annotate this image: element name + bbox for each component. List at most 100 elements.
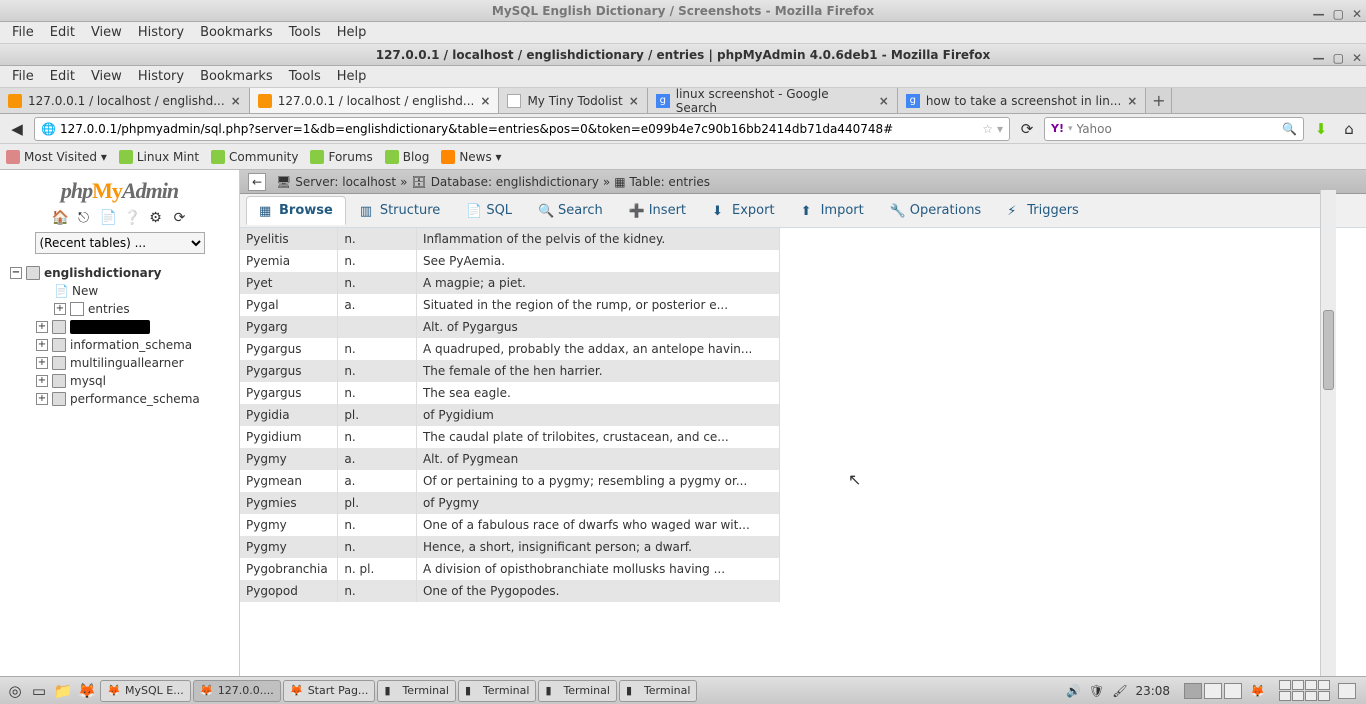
vertical-scrollbar[interactable]	[1320, 190, 1336, 676]
recent-tables-select[interactable]: (Recent tables) ...	[35, 232, 205, 254]
close-icon[interactable]: ×	[231, 94, 241, 108]
menu-bookmarks[interactable]: Bookmarks	[194, 67, 279, 86]
table-row[interactable]: Pygargusn.A quadruped, probably the adda…	[240, 338, 780, 360]
logout-icon[interactable]: ⎋	[76, 210, 92, 226]
taskbar-item[interactable]: 🦊Start Pag...	[283, 680, 376, 702]
search-dropdown-icon[interactable]: ▾	[1068, 124, 1073, 134]
table-row[interactable]: Pygidiumn.The caudal plate of trilobites…	[240, 426, 780, 448]
bg-maximize-button[interactable]: ▢	[1333, 3, 1344, 25]
dropdown-icon[interactable]: ▾	[997, 122, 1003, 136]
tab-3[interactable]: My Tiny Todolist ×	[499, 88, 647, 113]
collapse-icon[interactable]: −	[10, 267, 22, 279]
maximize-button[interactable]: ▢	[1333, 47, 1344, 69]
show-desktop-icon[interactable]: ▭	[28, 680, 50, 702]
tab-insert[interactable]: ➕Insert	[617, 197, 698, 224]
close-button[interactable]: ✕	[1352, 47, 1362, 69]
tab-operations[interactable]: 🔧Operations	[878, 197, 993, 224]
search-icon[interactable]: 🔍	[1282, 122, 1297, 136]
menu-file[interactable]: File	[6, 67, 40, 86]
menu-edit[interactable]: Edit	[44, 23, 81, 42]
nav-back-button[interactable]: ←	[248, 173, 266, 191]
shield-icon[interactable]: 🛡	[1089, 684, 1104, 698]
bookmark-linux-mint[interactable]: Linux Mint	[119, 150, 199, 164]
table-row[interactable]: Pygobranchian. pl.A division of opisthob…	[240, 558, 780, 580]
bookmark-community[interactable]: Community	[211, 150, 298, 164]
expand-icon[interactable]: +	[36, 357, 48, 369]
tab-4[interactable]: g linux screenshot - Google Search ×	[648, 88, 898, 113]
bookmark-blog[interactable]: Blog	[385, 150, 430, 164]
bg-close-button[interactable]: ✕	[1352, 3, 1362, 25]
table-row[interactable]: Pygmiespl.of Pygmy	[240, 492, 780, 514]
expand-icon[interactable]: +	[36, 375, 48, 387]
crumb-server[interactable]: Server: localhost	[295, 175, 396, 189]
search-input[interactable]	[1077, 122, 1279, 136]
start-menu-button[interactable]: ◎	[4, 680, 26, 702]
tab-structure[interactable]: ▥Structure	[348, 197, 452, 224]
menu-file[interactable]: File	[6, 23, 40, 42]
workspace-1[interactable]	[1184, 683, 1202, 699]
table-row[interactable]: Pygala.Situated in the region of the rum…	[240, 294, 780, 316]
home-icon[interactable]: ⌂	[1338, 118, 1360, 140]
star-icon[interactable]: ☆	[982, 122, 993, 136]
tree-db-multilinguallearner[interactable]: +multilinguallearner	[6, 354, 233, 372]
close-icon[interactable]: ×	[629, 94, 639, 108]
url-input[interactable]	[60, 122, 978, 136]
crumb-table[interactable]: Table: entries	[630, 175, 710, 189]
table-row[interactable]: PygargAlt. of Pygargus	[240, 316, 780, 338]
menu-bookmarks[interactable]: Bookmarks	[194, 23, 279, 42]
tab-sql[interactable]: 📄SQL	[454, 197, 524, 224]
tab-import[interactable]: ⬆Import	[789, 197, 876, 224]
tab-browse[interactable]: ▦Browse	[246, 196, 346, 225]
volume-icon[interactable]: 🔊	[1066, 684, 1081, 698]
tree-table-entries[interactable]: +entries	[6, 300, 233, 318]
table-row[interactable]: Pygmyn.One of a fabulous race of dwarfs …	[240, 514, 780, 536]
tree-new[interactable]: 📄New	[6, 282, 233, 300]
menu-help[interactable]: Help	[331, 67, 373, 86]
menu-view[interactable]: View	[85, 23, 128, 42]
expand-icon[interactable]: +	[36, 321, 48, 333]
table-row[interactable]: Pygargusn.The female of the hen harrier.	[240, 360, 780, 382]
menu-view[interactable]: View	[85, 67, 128, 86]
workspace-switcher-2[interactable]	[1279, 680, 1330, 701]
tab-5[interactable]: g how to take a screenshot in lin... ×	[898, 88, 1147, 113]
table-row[interactable]: Pyetn.A magpie; a piet.	[240, 272, 780, 294]
table-row[interactable]: Pygopodn.One of the Pygopodes.	[240, 580, 780, 602]
settings-icon[interactable]: ⚙	[148, 210, 164, 226]
firefox-tray-icon[interactable]: 🦊	[1250, 684, 1265, 698]
tree-db-performance-schema[interactable]: +performance_schema	[6, 390, 233, 408]
bg-minimize-button[interactable]: —	[1313, 3, 1325, 25]
scrollbar-thumb[interactable]	[1323, 310, 1334, 390]
files-icon[interactable]: 📁	[52, 680, 74, 702]
close-icon[interactable]: ×	[879, 94, 889, 108]
firefox-icon[interactable]: 🦊	[76, 680, 98, 702]
reload-icon[interactable]: ⟳	[172, 210, 188, 226]
tree-db-mysql[interactable]: +mysql	[6, 372, 233, 390]
taskbar-item[interactable]: 🦊MySQL E...	[100, 680, 191, 702]
new-tab-button[interactable]: +	[1146, 88, 1172, 113]
table-row[interactable]: Pygidiapl.of Pygidium	[240, 404, 780, 426]
workspace-2[interactable]	[1204, 683, 1222, 699]
download-icon[interactable]: ⬇	[1310, 118, 1332, 140]
expand-icon[interactable]: +	[54, 303, 66, 315]
reload-button[interactable]: ⟳	[1016, 118, 1038, 140]
workspace-3[interactable]	[1224, 683, 1242, 699]
menu-tools[interactable]: Tools	[283, 23, 327, 42]
tab-search[interactable]: 🔍Search	[526, 197, 615, 224]
taskbar-item[interactable]: 🦊127.0.0....	[193, 680, 281, 702]
docs-icon[interactable]: ❔	[124, 210, 140, 226]
bookmark-most-visited[interactable]: Most Visited ▾	[6, 150, 107, 164]
tree-db-information-schema[interactable]: +information_schema	[6, 336, 233, 354]
back-button[interactable]: ◀	[6, 118, 28, 140]
tab-triggers[interactable]: ⚡Triggers	[995, 197, 1091, 224]
close-icon[interactable]: ×	[1127, 94, 1137, 108]
tab-1[interactable]: 127.0.0.1 / localhost / englishd... ×	[0, 88, 250, 113]
workspace-extra[interactable]	[1338, 683, 1356, 699]
brush-icon[interactable]: 🖌	[1112, 684, 1127, 698]
tab-2[interactable]: 127.0.0.1 / localhost / englishd... ×	[250, 88, 500, 113]
taskbar-item[interactable]: ▮Terminal	[458, 680, 537, 702]
minimize-button[interactable]: —	[1313, 47, 1325, 69]
home-icon[interactable]: 🏠	[52, 210, 68, 226]
taskbar-item[interactable]: ▮Terminal	[619, 680, 698, 702]
expand-icon[interactable]: +	[36, 339, 48, 351]
clock[interactable]: 23:08	[1135, 684, 1170, 698]
